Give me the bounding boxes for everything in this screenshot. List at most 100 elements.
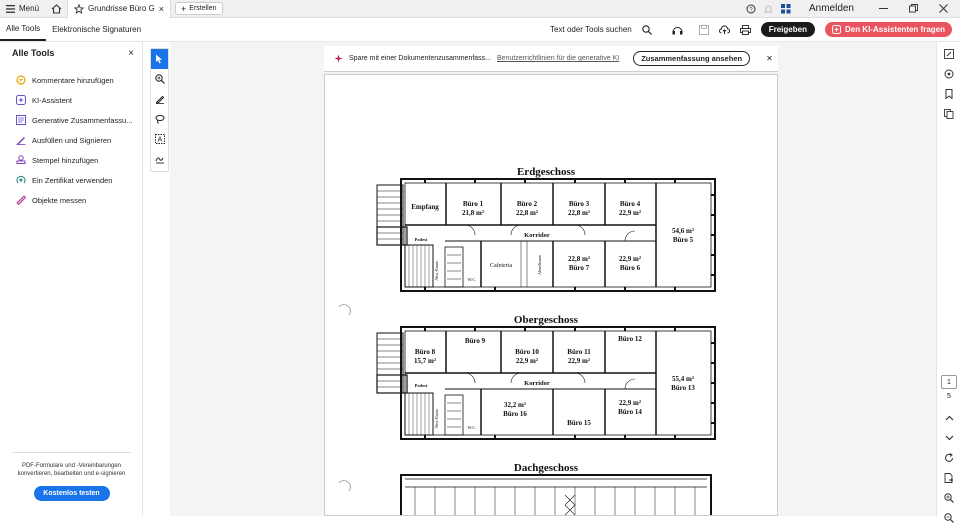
- tool-add-comments[interactable]: Kommentare hinzufügen: [16, 70, 132, 90]
- draw-tool[interactable]: [151, 89, 168, 109]
- help-icon[interactable]: ?: [746, 4, 756, 14]
- annotation-toolstrip: A: [150, 48, 169, 172]
- floor-plan-drawing: Erdgeschoss Empfang Büro 1 21,8 m² Büro …: [338, 166, 716, 515]
- ai-assistant-icon: [16, 95, 26, 105]
- create-button[interactable]: + Erstellen: [175, 2, 223, 15]
- wc-label: W.C.: [467, 277, 476, 282]
- tool-label: Objekte messen: [32, 195, 87, 205]
- apps-grid-icon[interactable]: [780, 3, 791, 14]
- storage-label: Abstellraum: [537, 254, 542, 275]
- read-aloud-icon[interactable]: [672, 25, 683, 35]
- create-label: Erstellen: [189, 5, 217, 12]
- close-window-icon[interactable]: [932, 4, 954, 13]
- room-label: Büro 3: [569, 200, 590, 208]
- next-page-button[interactable]: [937, 428, 960, 448]
- comment-bubble-icon: [944, 69, 954, 79]
- tool-label: Ein Zertifikat verwenden: [32, 175, 113, 185]
- panel-title: Alle Tools: [12, 48, 55, 58]
- rotate-button[interactable]: [937, 448, 960, 468]
- tool-ai-assistant[interactable]: KI-Assistent: [16, 90, 132, 110]
- tool-label: Ausfüllen und Signieren: [32, 135, 112, 145]
- search-icon[interactable]: [641, 24, 652, 35]
- signature-tool[interactable]: [151, 149, 168, 169]
- room-label: Büro 7: [569, 264, 590, 272]
- minimize-icon[interactable]: [872, 7, 894, 10]
- menu-label: Menü: [19, 4, 40, 13]
- secondary-toolbar: Alle Tools Elektronische Signaturen Text…: [0, 18, 960, 42]
- close-tab-icon[interactable]: ×: [159, 4, 164, 14]
- floor-title: Erdgeschoss: [517, 166, 576, 178]
- share-button[interactable]: Freigeben: [760, 22, 815, 37]
- tool-measure-objects[interactable]: Objekte messen: [16, 190, 132, 210]
- genai-guidelines-link[interactable]: Benutzerrichtlinien für die generative K…: [497, 55, 619, 62]
- print-icon[interactable]: [739, 24, 751, 35]
- comment-panel-button[interactable]: [937, 64, 960, 84]
- current-page-input[interactable]: 1: [941, 375, 957, 389]
- pencil-icon: [155, 94, 165, 104]
- hamburger-icon: [6, 4, 15, 13]
- room-label: Büro 5: [673, 236, 694, 244]
- page-extract-icon: [944, 473, 954, 483]
- upload-cloud-icon[interactable]: [718, 24, 730, 35]
- home-button[interactable]: [45, 0, 67, 18]
- panel-close-icon[interactable]: ×: [128, 48, 134, 59]
- room-area: 22,8 m²: [568, 255, 590, 263]
- view-summary-button[interactable]: Zusammenfassung ansehen: [633, 51, 751, 66]
- edit-page-icon: [944, 49, 954, 59]
- zoom-out-button[interactable]: [937, 508, 960, 528]
- bookmarks-button[interactable]: [937, 84, 960, 104]
- previous-page-button[interactable]: [937, 408, 960, 428]
- notification-bell-icon[interactable]: [763, 4, 773, 14]
- tool-label: Kommentare hinzufügen: [32, 75, 114, 85]
- window-topbar: Menü Grundrisse Büro GR... × + Erstellen…: [0, 0, 960, 18]
- edit-pdf-button[interactable]: [937, 44, 960, 64]
- lasso-icon: [155, 114, 165, 124]
- star-icon[interactable]: [74, 3, 85, 14]
- floor-title: Obergeschoss: [514, 314, 579, 326]
- room-label: Büro 12: [618, 335, 642, 343]
- text-tool[interactable]: A: [151, 129, 168, 149]
- certificate-icon: [16, 175, 26, 185]
- tab-all-tools[interactable]: Alle Tools: [0, 18, 47, 41]
- sign-in-button[interactable]: Anmelden: [799, 3, 864, 14]
- bookmark-icon: [944, 89, 954, 99]
- menu-button[interactable]: Menü: [0, 0, 45, 18]
- tool-label: KI-Assistent: [32, 95, 73, 105]
- select-tool[interactable]: [151, 49, 168, 69]
- ai-assistant-button[interactable]: Den KI-Assistenten fragen: [824, 22, 952, 37]
- restore-icon[interactable]: [902, 4, 924, 13]
- pages-button[interactable]: [937, 104, 960, 124]
- stamp-icon: [16, 155, 26, 165]
- sign-icon: [16, 135, 26, 145]
- document-tab[interactable]: Grundrisse Büro GR... ×: [67, 0, 172, 18]
- right-rail: 1 5: [936, 42, 960, 523]
- room-label: Büro 2: [517, 200, 538, 208]
- comment-icon: [16, 75, 26, 85]
- save-icon[interactable]: [698, 24, 709, 35]
- room-area: 15,7 m²: [414, 357, 436, 365]
- lasso-tool[interactable]: [151, 109, 168, 129]
- room-label: Empfang: [411, 203, 439, 211]
- try-free-button[interactable]: Kostenlos testen: [33, 486, 110, 501]
- notice-close-icon[interactable]: ✕: [766, 54, 773, 63]
- room-label: Büro 4: [620, 200, 641, 208]
- zoom-icon: [154, 74, 165, 84]
- tool-label: Generative Zusammenfassu...: [32, 115, 133, 125]
- tool-use-certificate[interactable]: Ein Zertifikat verwenden: [16, 170, 132, 190]
- zoom-tool[interactable]: [151, 69, 168, 89]
- zoom-in-button[interactable]: [937, 488, 960, 508]
- tool-fill-and-sign[interactable]: Ausfüllen und Signieren: [16, 130, 132, 150]
- tab-electronic-signatures[interactable]: Elektronische Signaturen: [46, 18, 147, 41]
- tool-generative-summary[interactable]: Generative Zusammenfassu...: [16, 110, 132, 130]
- scan-mark: [338, 304, 351, 316]
- zoom-in-icon: [944, 493, 954, 503]
- pdf-page: Erdgeschoss Empfang Büro 1 21,8 m² Büro …: [324, 74, 778, 516]
- search-tools-label[interactable]: Text oder Tools suchen: [550, 25, 632, 34]
- page-extract-button[interactable]: [937, 468, 960, 488]
- notice-text: Spare mit einer Dokumentenzusammenfass..…: [349, 55, 492, 62]
- room-area: 22,9 m²: [568, 357, 590, 365]
- summary-notice-bar: Spare mit einer Dokumentenzusammenfass..…: [324, 46, 778, 72]
- tool-add-stamp[interactable]: Stempel hinzufügen: [16, 150, 132, 170]
- scan-mark: [338, 480, 351, 492]
- wc-label: W.C.: [467, 425, 476, 430]
